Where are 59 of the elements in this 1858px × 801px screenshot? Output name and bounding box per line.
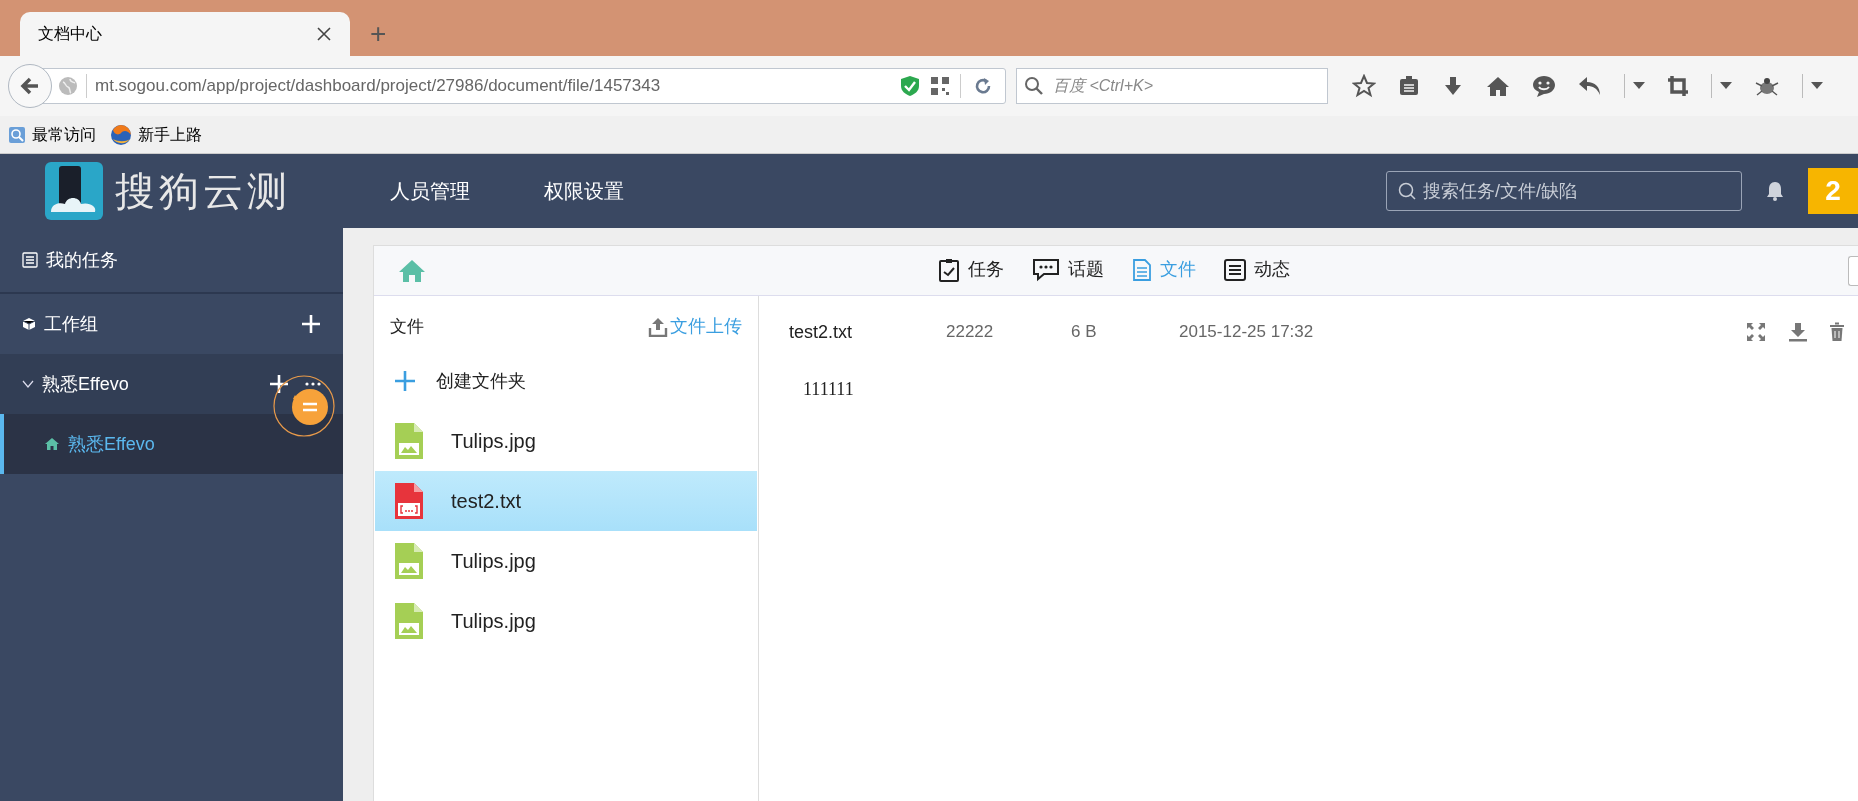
cube-icon bbox=[22, 317, 36, 331]
nav-link[interactable]: 人员管理 bbox=[390, 176, 470, 206]
sidebar-item[interactable]: 熟悉Effevo bbox=[0, 414, 343, 474]
text-file-icon bbox=[395, 483, 423, 519]
download-button[interactable] bbox=[1788, 322, 1808, 342]
bookmark-link[interactable]: 新手上路 bbox=[138, 122, 202, 147]
tab[interactable]: 动态 bbox=[1224, 256, 1290, 283]
image-file-icon bbox=[395, 423, 423, 459]
nav-link[interactable]: 权限设置 bbox=[544, 176, 624, 206]
image-file-icon bbox=[395, 603, 423, 639]
plus-icon bbox=[394, 370, 416, 392]
list-icon bbox=[1224, 258, 1246, 281]
dropdown-button[interactable] bbox=[1802, 74, 1823, 98]
file-field-text: 22222 bbox=[946, 321, 995, 344]
panel-title: 文件 bbox=[390, 315, 424, 338]
list-icon bbox=[22, 252, 38, 268]
search-icon bbox=[1398, 182, 1416, 200]
caret-icon bbox=[1720, 82, 1732, 90]
browser-tab[interactable]: 文档中心 bbox=[20, 12, 350, 56]
search-icon bbox=[1024, 76, 1044, 96]
bell-icon bbox=[1766, 181, 1784, 201]
speech-bubble-icon bbox=[1032, 257, 1060, 282]
caret-icon bbox=[1633, 82, 1645, 90]
file-date: 2015-12-25 17:32 bbox=[1179, 321, 1314, 344]
file-size: 6 B bbox=[1071, 321, 1098, 344]
file-content-text: 111111 bbox=[802, 378, 854, 401]
close-icon bbox=[316, 26, 332, 42]
fullscreen-button[interactable] bbox=[1746, 322, 1766, 342]
document-icon bbox=[1132, 257, 1152, 282]
more-dots-icon[interactable] bbox=[305, 382, 321, 386]
search-field[interactable]: 搜索任务/文件/缺陷 bbox=[1386, 171, 1742, 211]
floating-menu-icon[interactable] bbox=[273, 375, 335, 437]
tab-title: 文档中心 bbox=[38, 24, 102, 44]
upload-icon bbox=[648, 316, 668, 337]
plus-icon bbox=[301, 314, 321, 334]
sidebar-item[interactable]: 熟悉Effevo bbox=[0, 354, 343, 414]
file-row[interactable]: test2.txt bbox=[375, 471, 757, 531]
magnifier-icon bbox=[8, 125, 26, 144]
qr-code-icon bbox=[930, 76, 950, 96]
home-icon bbox=[398, 258, 426, 283]
dropdown-button[interactable] bbox=[1624, 74, 1645, 98]
globe-icon bbox=[110, 123, 132, 146]
logo-text: 搜狗云测 bbox=[115, 167, 291, 216]
clipboard-check-icon bbox=[938, 257, 960, 282]
caret-icon bbox=[1811, 82, 1823, 90]
create-folder-button[interactable]: 创建文件夹 bbox=[374, 351, 758, 411]
shield-check-icon bbox=[900, 75, 920, 97]
tab[interactable]: 话题 bbox=[1032, 256, 1104, 283]
tab[interactable]: 任务 bbox=[938, 256, 1004, 283]
logo-icon bbox=[45, 162, 103, 220]
image-file-icon bbox=[395, 543, 423, 579]
plus-icon bbox=[269, 374, 289, 394]
globe-icon bbox=[58, 76, 78, 96]
dropdown-button[interactable] bbox=[1711, 74, 1732, 98]
home-icon bbox=[44, 437, 60, 451]
delete-button[interactable] bbox=[1830, 322, 1844, 342]
file-name: test2.txt bbox=[789, 320, 854, 344]
bookmark-link[interactable]: 最常访问 bbox=[32, 122, 96, 147]
browser-search-field[interactable]: 百度 <Ctrl+K> bbox=[1016, 68, 1328, 104]
